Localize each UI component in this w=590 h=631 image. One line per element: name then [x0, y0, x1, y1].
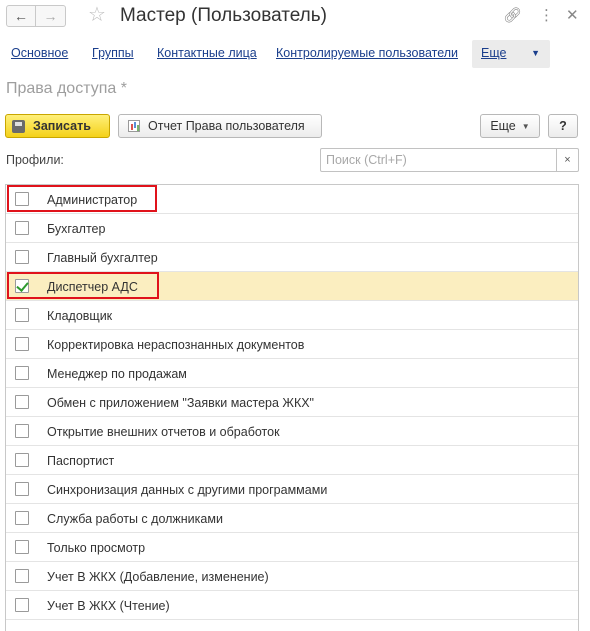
- profile-checkbox[interactable]: [15, 511, 29, 525]
- profiles-list[interactable]: Администратор Бухгалтер Главный бухгалтер Д…: [5, 184, 579, 631]
- toolbar-more-button[interactable]: Еще ▼: [480, 114, 540, 138]
- profile-checkbox[interactable]: [15, 279, 29, 293]
- save-disk-icon: [12, 119, 25, 133]
- profile-checkbox[interactable]: [15, 366, 29, 380]
- help-button[interactable]: ?: [548, 114, 578, 138]
- profile-label: Учет В ЖКХ (Добавление, изменение): [47, 570, 269, 584]
- clear-icon: ×: [564, 154, 571, 166]
- nav-link-controlled-users[interactable]: Контролируемые пользователи: [276, 46, 458, 60]
- link-icon[interactable]: 🔗︎: [503, 6, 522, 26]
- list-item[interactable]: Главный бухгалтер: [6, 243, 578, 272]
- profile-label: Паспортист: [47, 454, 115, 468]
- list-item[interactable]: Диспетчер АДС: [6, 272, 578, 301]
- list-item[interactable]: Только просмотр: [6, 533, 578, 562]
- save-button[interactable]: Записать: [5, 114, 110, 138]
- list-item[interactable]: Корректировка нераспознанных документов: [6, 330, 578, 359]
- profile-label: Главный бухгалтер: [47, 251, 158, 265]
- chevron-down-icon: ▼: [531, 48, 540, 58]
- save-button-label: Записать: [33, 119, 91, 133]
- kebab-menu-icon[interactable]: ⋮: [539, 6, 554, 26]
- chevron-down-icon: ▼: [521, 121, 530, 131]
- profile-label: Служба работы с должниками: [47, 512, 223, 526]
- list-item[interactable]: Менеджер по продажам: [6, 359, 578, 388]
- report-button-label: Отчет Права пользователя: [148, 119, 305, 133]
- list-item[interactable]: Обмен с приложением "Заявки мастера ЖКХ": [6, 388, 578, 417]
- profile-checkbox[interactable]: [15, 337, 29, 351]
- nav-more-label: Еще: [481, 46, 507, 60]
- list-item[interactable]: Администратор: [6, 185, 578, 214]
- help-button-label: ?: [559, 119, 567, 133]
- profile-label: Кладовщик: [47, 309, 113, 323]
- back-arrow-icon: ←: [14, 8, 28, 24]
- profile-checkbox[interactable]: [15, 453, 29, 467]
- profile-checkbox[interactable]: [15, 221, 29, 235]
- profile-checkbox[interactable]: [15, 395, 29, 409]
- list-item[interactable]: Учет В ЖКХ (Добавление, изменение): [6, 562, 578, 591]
- report-chart-icon: [128, 120, 140, 132]
- forward-arrow-icon: →: [43, 8, 58, 24]
- form-navigation: Основное Группы Контактные лица Контроли…: [0, 38, 590, 70]
- profile-checkbox[interactable]: [15, 569, 29, 583]
- profile-label: Диспетчер АДС: [47, 280, 138, 294]
- profile-label: Только просмотр: [47, 541, 146, 555]
- list-item[interactable]: Паспортист: [6, 446, 578, 475]
- profile-label: Учет В ЖКХ (Чтение): [47, 599, 170, 613]
- profile-checkbox[interactable]: [15, 482, 29, 496]
- toolbar-more-label: Еще: [490, 119, 516, 133]
- search-input[interactable]: [320, 148, 557, 172]
- profile-label: Администратор: [47, 193, 138, 207]
- profile-checkbox[interactable]: [15, 424, 29, 438]
- list-item[interactable]: Бухгалтер: [6, 214, 578, 243]
- forward-button[interactable]: →: [36, 5, 66, 27]
- profile-label: Корректировка нераспознанных документов: [47, 338, 305, 352]
- profile-checkbox[interactable]: [15, 308, 29, 322]
- profile-label: Синхронизация данных с другими программа…: [47, 483, 328, 497]
- nav-link-groups[interactable]: Группы: [92, 46, 134, 60]
- profile-label: Менеджер по продажам: [47, 367, 187, 381]
- title-bar: ← → ☆ Мастер (Пользователь) 🔗︎ ⋮ ✕: [0, 0, 590, 34]
- favorite-star-icon[interactable]: ☆: [88, 3, 106, 27]
- close-icon[interactable]: ✕: [566, 6, 579, 26]
- list-item[interactable]: Кладовщик: [6, 301, 578, 330]
- list-item[interactable]: Синхронизация данных с другими программа…: [6, 475, 578, 504]
- nav-link-main[interactable]: Основное: [11, 46, 68, 60]
- user-rights-report-button[interactable]: Отчет Права пользователя: [118, 114, 322, 138]
- nav-link-contacts[interactable]: Контактные лица: [157, 46, 257, 60]
- list-item[interactable]: Служба работы с должниками: [6, 504, 578, 533]
- nav-more-button[interactable]: Еще ▼: [472, 40, 550, 68]
- profile-checkbox[interactable]: [15, 540, 29, 554]
- back-button[interactable]: ←: [6, 5, 36, 27]
- profile-label: Открытие внешних отчетов и обработок: [47, 425, 280, 439]
- profiles-label: Профили:: [6, 153, 64, 167]
- window-title: Мастер (Пользователь): [120, 5, 327, 26]
- profile-checkbox[interactable]: [15, 598, 29, 612]
- search-clear-button[interactable]: ×: [556, 148, 579, 172]
- profile-label: Бухгалтер: [47, 222, 106, 236]
- list-item[interactable]: Учет В ЖКХ (Чтение): [6, 591, 578, 620]
- list-item[interactable]: Открытие внешних отчетов и обработок: [6, 417, 578, 446]
- section-title: Права доступа *: [6, 80, 127, 97]
- profile-label: Обмен с приложением "Заявки мастера ЖКХ": [47, 396, 314, 410]
- profile-checkbox[interactable]: [15, 192, 29, 206]
- profile-checkbox[interactable]: [15, 250, 29, 264]
